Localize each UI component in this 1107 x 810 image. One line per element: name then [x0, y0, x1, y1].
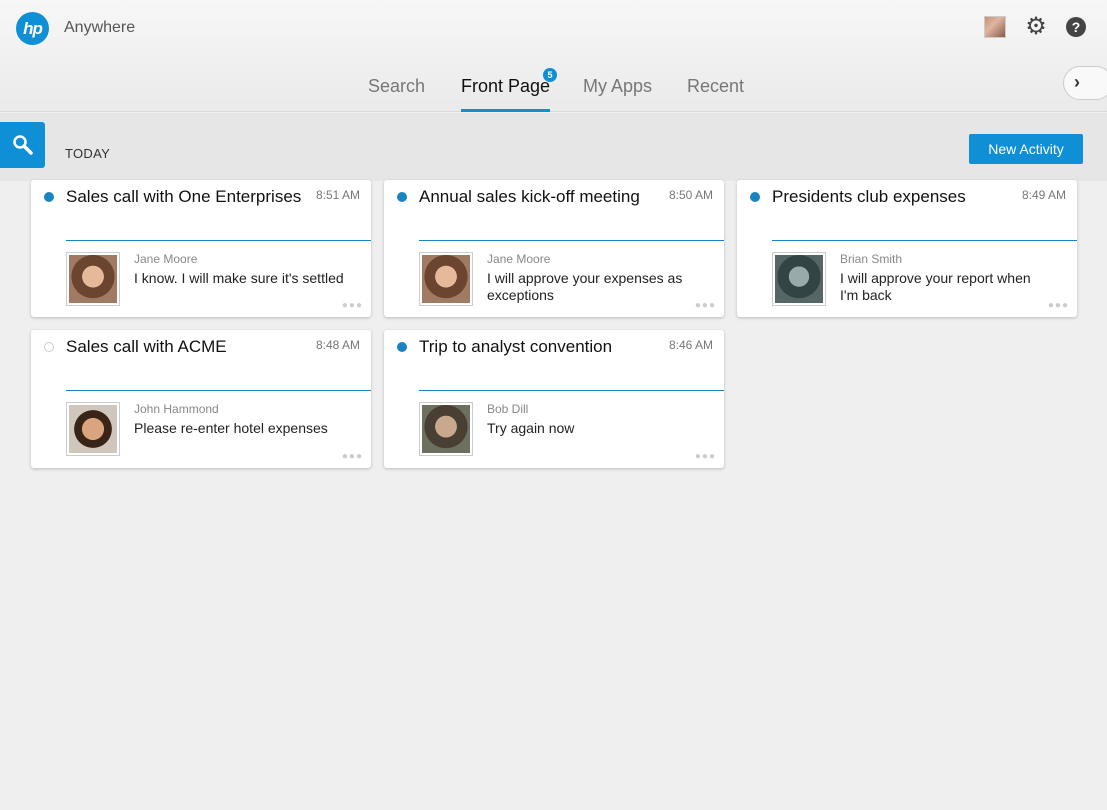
divider — [419, 240, 724, 241]
card-message: I will approve your report when I'm back — [840, 270, 1031, 303]
divider — [66, 240, 371, 241]
activity-card[interactable]: Sales call with ACME 8:48 AM John Hammon… — [31, 330, 371, 468]
avatar — [66, 402, 120, 456]
chevron-right-icon[interactable]: › — [1063, 66, 1107, 100]
divider — [772, 240, 1077, 241]
card-title: Annual sales kick-off meeting — [419, 187, 640, 206]
card-title: Presidents club expenses — [772, 187, 966, 206]
unread-indicator — [44, 192, 54, 202]
card-author: Brian Smith — [840, 252, 903, 266]
card-message: I know. I will make sure it's settled — [134, 270, 344, 286]
card-author: Jane Moore — [487, 252, 551, 266]
card-time: 8:50 AM — [668, 188, 713, 202]
unread-indicator — [397, 192, 407, 202]
card-time: 8:49 AM — [1021, 188, 1066, 202]
card-time: 8:48 AM — [315, 338, 360, 352]
more-icon[interactable]: ●●● — [342, 300, 363, 311]
hp-logo[interactable]: hp — [16, 12, 49, 45]
divider — [419, 390, 724, 391]
more-icon[interactable]: ●●● — [342, 451, 363, 462]
card-message: Try again now — [487, 420, 575, 436]
tab-badge: 5 — [543, 68, 557, 82]
card-message: I will approve your expenses as exceptio… — [487, 270, 683, 303]
user-avatar[interactable] — [984, 16, 1006, 38]
activity-card[interactable]: Trip to analyst convention 8:46 AM Bob D… — [384, 330, 724, 468]
section-label: TODAY — [65, 146, 111, 161]
more-icon[interactable]: ●●● — [1048, 300, 1069, 311]
tab-recent[interactable]: Recent — [687, 76, 744, 112]
gear-icon[interactable]: ⚙ — [1024, 15, 1048, 39]
sub-toolbar — [0, 113, 1107, 181]
card-title: Sales call with One Enterprises — [66, 187, 302, 206]
activity-card[interactable]: Sales call with One Enterprises 8:51 AM … — [31, 180, 371, 317]
avatar — [772, 252, 826, 306]
tab-my-apps[interactable]: My Apps — [583, 76, 652, 112]
card-author: John Hammond — [134, 402, 219, 416]
card-time: 8:51 AM — [315, 188, 360, 202]
card-author: Jane Moore — [134, 252, 198, 266]
search-icon[interactable] — [0, 122, 45, 168]
card-time: 8:46 AM — [668, 338, 713, 352]
app-title: Anywhere — [64, 19, 136, 36]
avatar — [66, 252, 120, 306]
unread-indicator — [750, 192, 760, 202]
more-icon[interactable]: ●●● — [695, 300, 716, 311]
card-author: Bob Dill — [487, 402, 529, 416]
more-icon[interactable]: ●●● — [695, 451, 716, 462]
card-title: Trip to analyst convention — [419, 337, 613, 356]
divider — [66, 390, 371, 391]
help-icon[interactable]: ? — [1066, 17, 1086, 37]
avatar — [419, 252, 473, 306]
tab-front-page[interactable]: Front Page — [461, 76, 551, 112]
tab-search[interactable]: Search — [368, 76, 425, 112]
activity-card[interactable]: Annual sales kick-off meeting 8:50 AM Ja… — [384, 180, 724, 317]
activity-card[interactable]: Presidents club expenses 8:49 AM Brian S… — [737, 180, 1077, 317]
card-title: Sales call with ACME — [66, 337, 227, 356]
card-message: Please re-enter hotel expenses — [134, 420, 328, 436]
read-indicator — [44, 342, 54, 352]
new-activity-button[interactable]: New Activity — [969, 134, 1083, 164]
avatar — [419, 402, 473, 456]
top-bar: hp Anywhere ⚙ ? Search Front Page 5 My A… — [0, 0, 1107, 112]
unread-indicator — [397, 342, 407, 352]
